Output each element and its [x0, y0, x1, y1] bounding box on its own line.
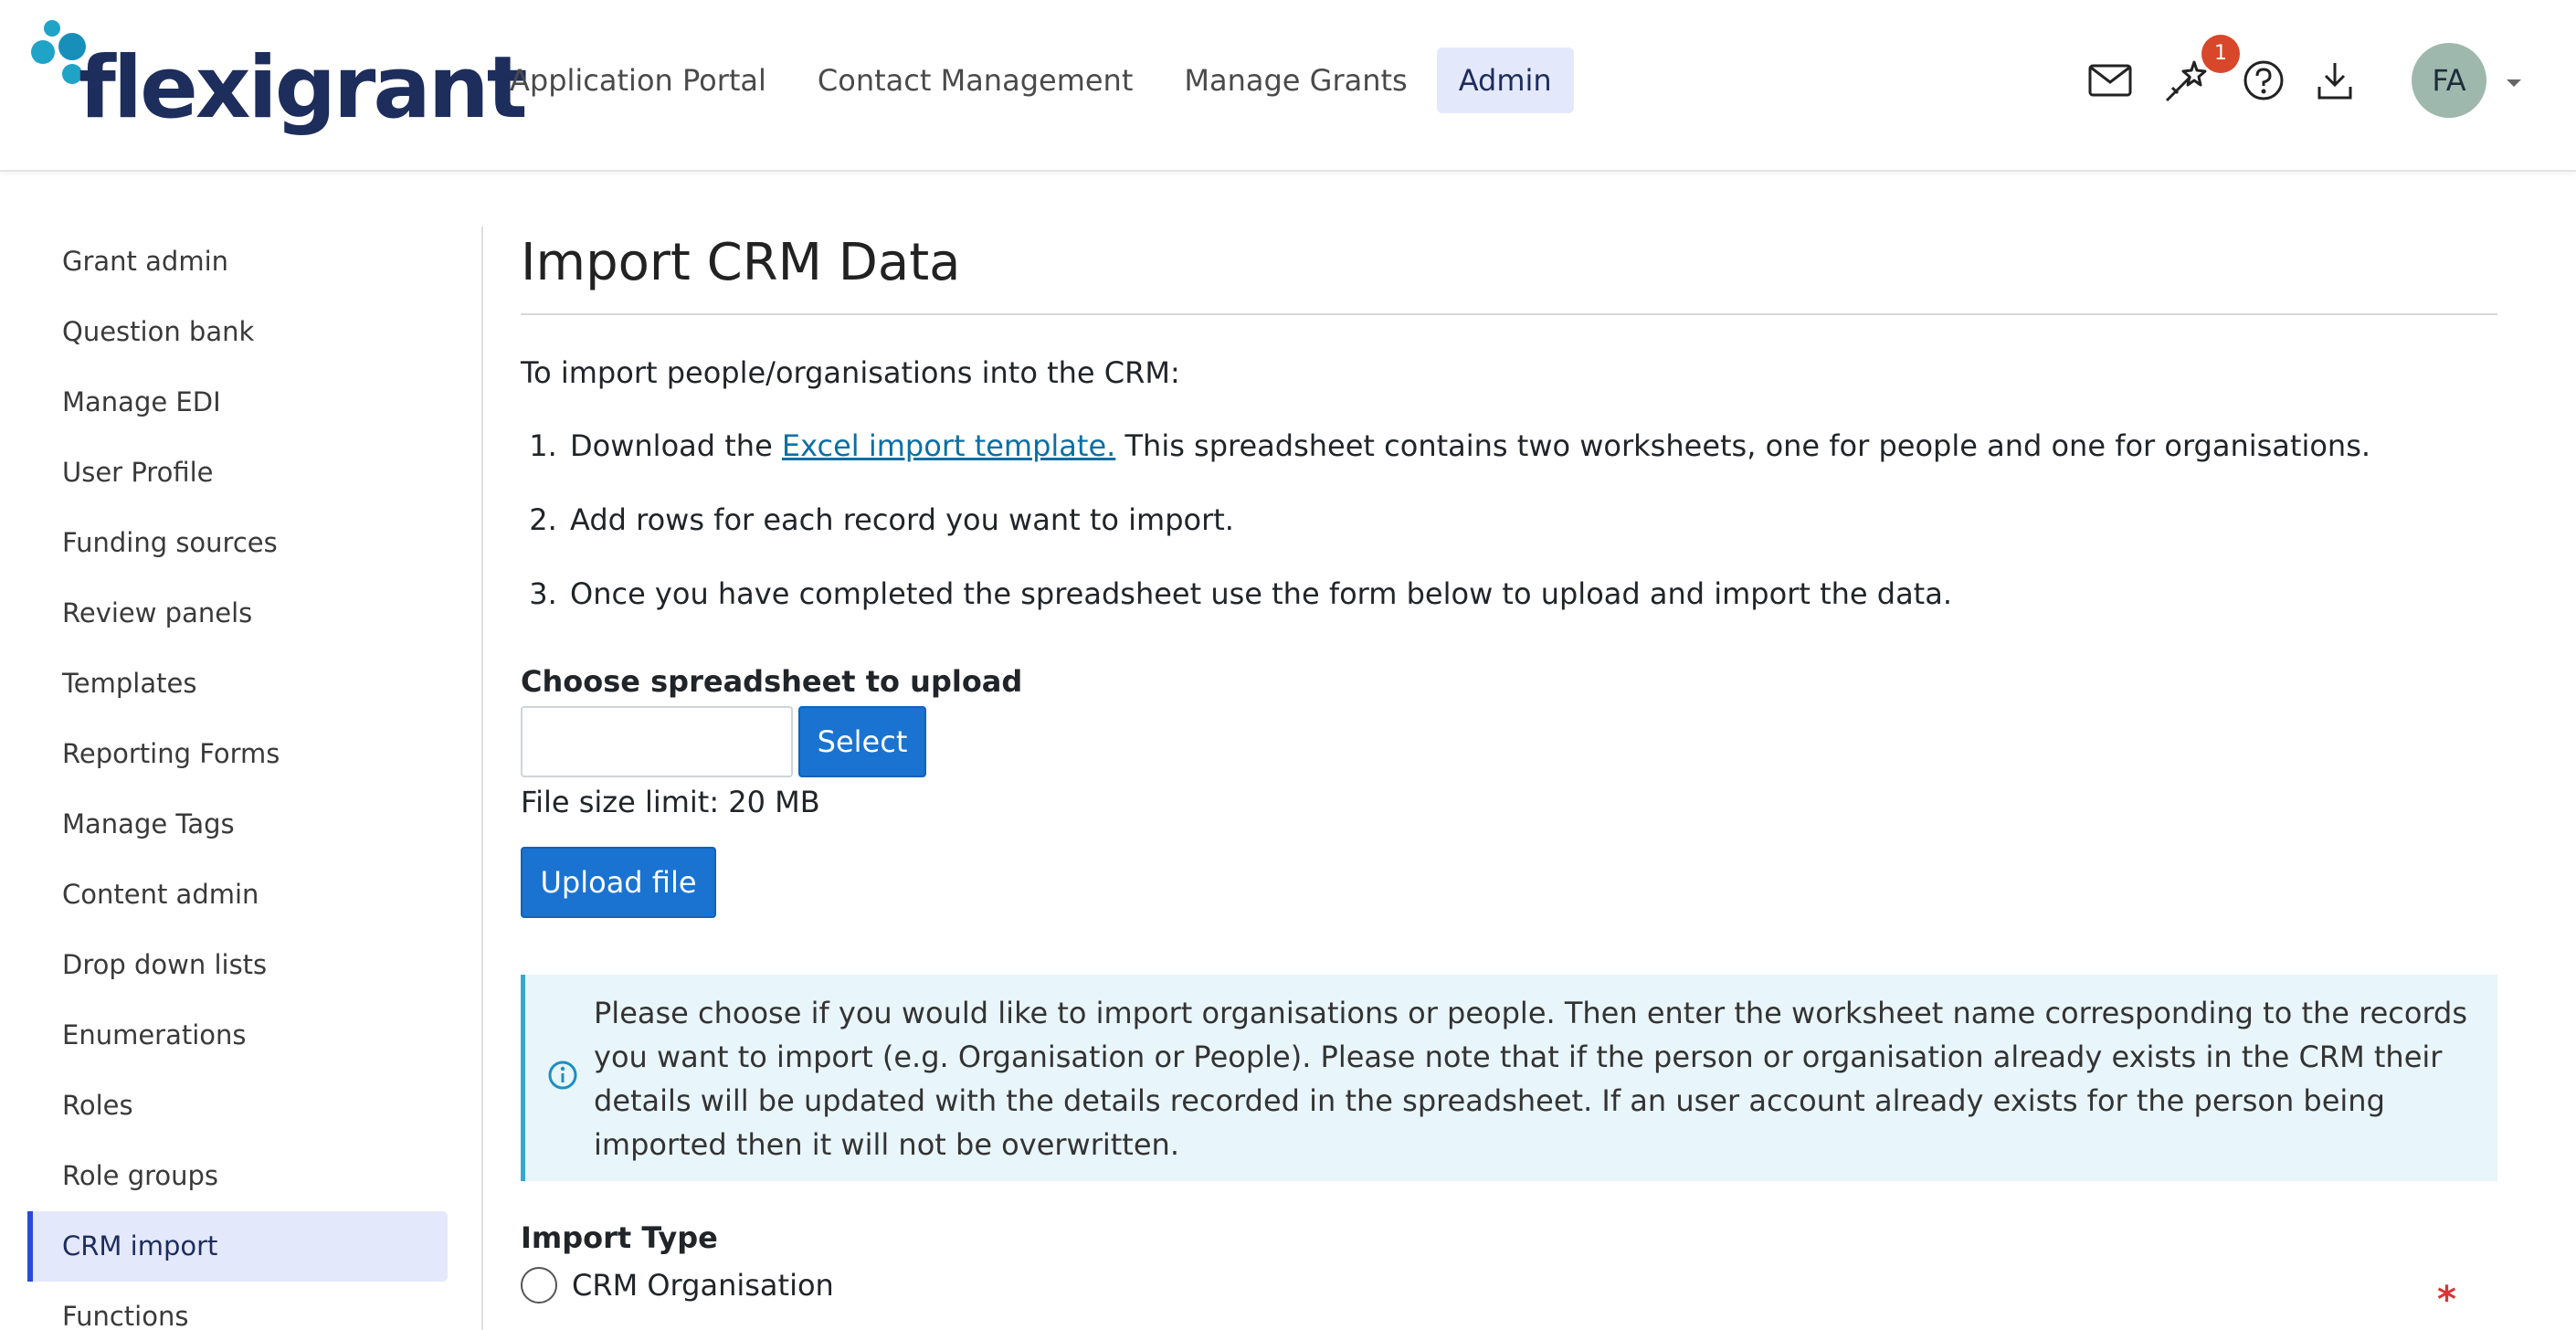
radio-crm-organisation[interactable]: CRM Organisation — [521, 1267, 2497, 1304]
sidebar-item-drop-down-lists[interactable]: Drop down lists — [27, 930, 448, 1000]
help-icon[interactable] — [2234, 48, 2293, 113]
sidebar-item-grant-admin[interactable]: Grant admin — [27, 227, 448, 297]
flexigrant-logo[interactable]: flexigrant — [31, 20, 528, 139]
main-content: Import CRM Data To import people/organis… — [521, 227, 2497, 1304]
info-icon — [547, 1059, 578, 1090]
intro-text: To import people/organisations into the … — [521, 355, 1180, 390]
file-name-field[interactable] — [521, 706, 793, 777]
step-add-rows: Add rows for each record you want to imp… — [566, 499, 2497, 541]
sidebar-item-user-profile[interactable]: User Profile — [27, 438, 448, 508]
upload-file-button[interactable]: Upload file — [521, 847, 716, 918]
sidebar-item-manage-edi[interactable]: Manage EDI — [27, 367, 448, 438]
file-size-limit: File size limit: 20 MB — [521, 785, 820, 819]
step-upload: Once you have completed the spreadsheet … — [566, 573, 2497, 615]
sidebar-item-functions[interactable]: Functions — [27, 1282, 448, 1330]
avatar[interactable]: FA — [2412, 43, 2486, 118]
sidebar-item-roles[interactable]: Roles — [27, 1071, 448, 1141]
required-indicator: * — [2437, 1279, 2456, 1321]
top-header: flexigrant Application Portal Contact Ma… — [0, 0, 2576, 172]
logo-dot — [31, 40, 55, 64]
sidebar-item-role-groups[interactable]: Role groups — [27, 1141, 448, 1211]
brand-name: flexigrant — [79, 38, 528, 138]
sidebar-item-enumerations[interactable]: Enumerations — [27, 1000, 448, 1071]
page-title: Import CRM Data — [521, 233, 961, 292]
sidebar-item-templates[interactable]: Templates — [27, 649, 448, 719]
radio-label: CRM Organisation — [572, 1268, 834, 1303]
sidebar-item-funding-sources[interactable]: Funding sources — [27, 508, 448, 578]
mail-icon[interactable] — [2081, 48, 2139, 113]
import-type-label: Import Type — [521, 1220, 718, 1255]
upload-label: Choose spreadsheet to upload — [521, 664, 1023, 699]
sidebar-item-manage-tags[interactable]: Manage Tags — [27, 789, 448, 860]
step1-prefix: Download the — [570, 428, 782, 463]
main-nav: Application Portal Contact Management Ma… — [488, 48, 1581, 113]
logo-dot — [44, 20, 60, 37]
title-divider — [521, 313, 2497, 315]
download-icon[interactable] — [2306, 48, 2364, 113]
sidebar-divider — [481, 227, 483, 1330]
info-text: Please choose if you would like to impor… — [594, 996, 2468, 1162]
nav-contact-management[interactable]: Contact Management — [796, 48, 1155, 113]
sidebar-item-reporting-forms[interactable]: Reporting Forms — [27, 719, 448, 789]
step-download: Download the Excel import template. This… — [566, 425, 2497, 467]
chevron-down-icon[interactable] — [2503, 73, 2525, 91]
sidebar-item-crm-import[interactable]: CRM import — [27, 1211, 448, 1282]
info-callout: Please choose if you would like to impor… — [521, 975, 2497, 1181]
excel-template-link[interactable]: Excel import template. — [782, 428, 1115, 463]
file-upload-row: Select — [521, 706, 2497, 777]
sidebar-item-question-bank[interactable]: Question bank — [27, 297, 448, 367]
select-file-button[interactable]: Select — [798, 706, 926, 777]
sidebar-item-review-panels[interactable]: Review panels — [27, 578, 448, 649]
nav-application-portal[interactable]: Application Portal — [488, 48, 788, 113]
instruction-steps: Download the Excel import template. This… — [566, 425, 2497, 615]
radio-button[interactable] — [521, 1267, 557, 1304]
step1-suffix: This spreadsheet contains two worksheets… — [1115, 428, 2371, 463]
sidebar-item-content-admin[interactable]: Content admin — [27, 860, 448, 930]
admin-sidebar: Grant admin Question bank Manage EDI Use… — [27, 227, 448, 1330]
nav-manage-grants[interactable]: Manage Grants — [1162, 48, 1429, 113]
nav-admin[interactable]: Admin — [1436, 48, 1574, 113]
